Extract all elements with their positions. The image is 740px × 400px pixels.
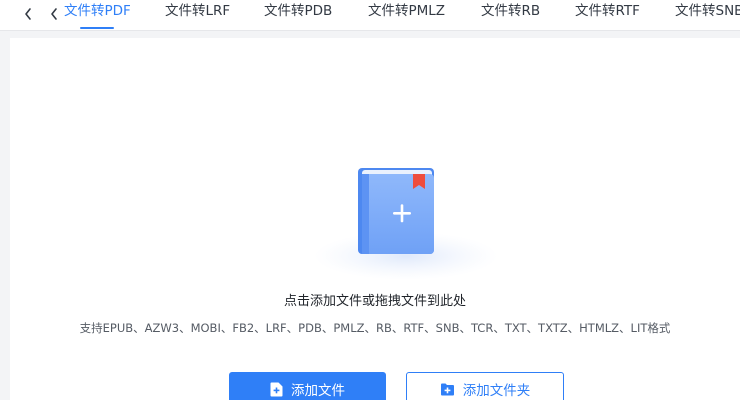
- add-folder-button[interactable]: 添加文件夹: [406, 372, 564, 400]
- tab-label: 文件转PMLZ: [368, 3, 446, 19]
- drop-zone-prompt: 点击添加文件或拖拽文件到此处: [283, 294, 466, 309]
- chevron-left-icon[interactable]: [20, 0, 36, 28]
- conversion-tabs: 文件转PDF 文件转LRF 文件转PDB 文件转PMLZ 文件转RB 文件转RT…: [64, 0, 740, 30]
- folder-plus-icon: [440, 383, 455, 396]
- supported-formats-text: 支持EPUB、AZW3、MOBI、FB2、LRF、PDB、PMLZ、RB、RTF…: [79, 321, 671, 335]
- tab-label: 文件转PDB: [264, 3, 333, 19]
- tab-label: 文件转PDF: [64, 3, 131, 19]
- tab-label: 文件转RB: [481, 3, 541, 19]
- tab-label: 文件转LRF: [165, 3, 231, 19]
- tab-file-to-pmlz[interactable]: 文件转PMLZ: [368, 0, 481, 28]
- tab-file-to-pdb[interactable]: 文件转PDB: [264, 0, 368, 28]
- app-page: 文件转PDF 文件转LRF 文件转PDB 文件转PMLZ 文件转RB 文件转RT…: [0, 0, 740, 400]
- tab-file-to-snb[interactable]: 文件转SNB: [675, 0, 740, 28]
- chevron-left-icon[interactable]: [46, 0, 62, 28]
- tab-label: 文件转SNB: [675, 3, 740, 19]
- add-file-button[interactable]: 添加文件: [229, 372, 386, 400]
- add-file-label: 添加文件: [291, 383, 345, 399]
- tab-label: 文件转RTF: [575, 3, 640, 19]
- add-folder-label: 添加文件夹: [462, 383, 531, 399]
- tab-file-to-lrf[interactable]: 文件转LRF: [165, 0, 264, 28]
- tab-file-to-pdf[interactable]: 文件转PDF: [64, 0, 165, 29]
- book-add-icon: [314, 168, 498, 280]
- file-plus-icon: [270, 382, 283, 397]
- tab-file-to-rb[interactable]: 文件转RB: [481, 0, 575, 28]
- drop-zone[interactable]: 点击添加文件或拖拽文件到此处 支持EPUB、AZW3、MOBI、FB2、LRF、…: [10, 38, 740, 400]
- tab-file-to-rtf[interactable]: 文件转RTF: [575, 0, 675, 28]
- tab-bar: 文件转PDF 文件转LRF 文件转PDB 文件转PMLZ 文件转RB 文件转RT…: [0, 0, 740, 31]
- active-tab-indicator: [80, 27, 114, 29]
